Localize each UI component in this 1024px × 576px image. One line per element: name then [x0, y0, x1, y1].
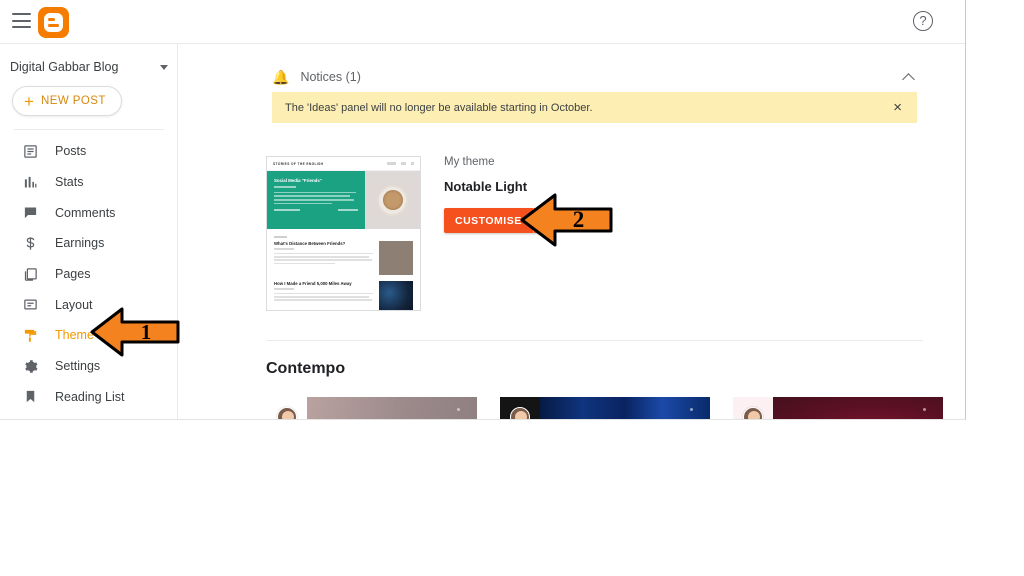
stats-icon	[22, 174, 39, 191]
sidebar-item-label: Posts	[55, 144, 87, 159]
notices-title: Notices (1)	[300, 70, 361, 84]
theme-card[interactable]: Here and There	[499, 396, 711, 419]
sidebar-item-label: Layout	[55, 297, 93, 312]
sidebar-item-posts[interactable]: Posts	[0, 136, 178, 167]
theme-card-banner: Here and There	[773, 397, 943, 419]
sidebar-nav: Posts Stats Comments Earnings Pages Layo…	[0, 136, 178, 412]
sidebar-item-label: Theme	[55, 328, 94, 343]
sidebar-item-label: Settings	[55, 359, 101, 374]
annotation-number: 1	[140, 319, 152, 344]
my-theme-label: My theme	[444, 156, 495, 168]
sidebar-divider	[14, 129, 164, 130]
posts-icon	[22, 143, 39, 160]
sidebar-item-label: Reading List	[55, 389, 125, 404]
preview-hero-image	[365, 171, 420, 229]
sidebar-item-label: Stats	[55, 175, 84, 190]
blog-name-label: Digital Gabbar Blog	[10, 60, 119, 74]
sidebar-item-earnings[interactable]: Earnings	[0, 228, 178, 259]
sidebar-item-pages[interactable]: Pages	[0, 259, 178, 290]
theme-card-banner: Here and There	[540, 397, 710, 419]
avatar	[510, 407, 530, 419]
theme-card-banner: Here and There	[307, 397, 477, 419]
reading-list-icon	[22, 388, 39, 405]
avatar	[277, 407, 297, 419]
chevron-up-icon[interactable]	[902, 72, 915, 86]
bell-icon: 🔔	[272, 69, 290, 85]
sidebar-item-label: Comments	[55, 205, 116, 220]
pages-icon	[22, 266, 39, 283]
theme-card[interactable]: Here and There	[266, 396, 478, 419]
settings-icon	[22, 358, 39, 375]
notice-banner: The 'Ideas' panel will no longer be avai…	[272, 92, 917, 123]
sidebar-item-label: Pages	[55, 267, 91, 282]
preview-hero-title: Social Media "Friends"	[274, 178, 322, 183]
theme-catalog-grid: Here and There Here and There Here	[266, 396, 944, 419]
sidebar: Digital Gabbar Blog + NEW POST Posts Sta…	[0, 44, 178, 419]
theme-card[interactable]: Here and There	[732, 396, 944, 419]
section-divider	[266, 340, 923, 341]
annotation-arrow-1: 1	[90, 305, 180, 359]
sidebar-item-comments[interactable]: Comments	[0, 197, 178, 228]
new-post-label: NEW POST	[40, 95, 106, 107]
layout-icon	[22, 296, 39, 313]
annotation-arrow-2: 2	[520, 190, 613, 249]
blog-selector[interactable]: Digital Gabbar Blog	[0, 50, 178, 84]
sidebar-item-label: Earnings	[55, 236, 105, 251]
theme-preview-thumbnail[interactable]: STORIES OF THE ENGLISH Social Media "Fri…	[266, 156, 421, 311]
help-circle-icon[interactable]: ?	[913, 11, 933, 31]
preview-article-image	[379, 240, 413, 275]
plus-icon: +	[24, 91, 34, 111]
new-post-button[interactable]: + NEW POST	[12, 86, 122, 116]
notice-text: The 'Ideas' panel will no longer be avai…	[285, 101, 593, 114]
close-icon[interactable]: ×	[890, 98, 905, 117]
avatar	[743, 407, 763, 419]
theme-icon	[22, 327, 39, 344]
sidebar-item-stats[interactable]: Stats	[0, 167, 178, 198]
chevron-down-icon	[160, 64, 168, 70]
preview-article-image	[379, 280, 413, 310]
preview-article-title: What's Distance Between Friends?	[274, 240, 346, 246]
notices-header[interactable]: 🔔 Notices (1)	[272, 64, 917, 90]
blogger-logo-icon[interactable]	[38, 7, 69, 38]
annotation-number: 2	[572, 206, 585, 232]
top-bar: ?	[0, 0, 965, 44]
catalog-section-title: Contempo	[266, 360, 346, 377]
preview-article-title: How I Made a Friend 5,000 Miles Away	[274, 280, 352, 286]
earnings-icon	[22, 235, 39, 252]
hamburger-menu-icon[interactable]	[12, 13, 31, 28]
preview-brand: STORIES OF THE ENGLISH	[273, 161, 324, 166]
comments-icon	[22, 204, 39, 221]
sidebar-item-reading-list[interactable]: Reading List	[0, 382, 178, 413]
